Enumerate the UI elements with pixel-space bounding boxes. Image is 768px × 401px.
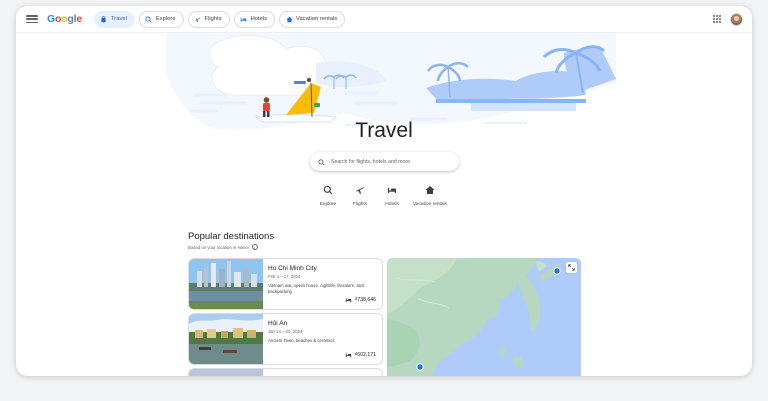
expand-icon	[568, 264, 575, 271]
tab-hotels[interactable]: Hotels	[233, 10, 276, 28]
tab-flights[interactable]: Flights	[187, 10, 230, 28]
tab-travel[interactable]: Travel	[93, 10, 135, 28]
top-app-bar: Google Travel Explore Flights Hotels Vac…	[16, 6, 752, 33]
destinations-map[interactable]	[387, 258, 581, 376]
destination-image	[189, 314, 263, 364]
tab-flights-label: Flights	[204, 16, 222, 22]
home-icon	[285, 15, 293, 23]
tab-explore[interactable]: Explore	[138, 10, 184, 28]
destination-info: Ho Chi Minh City Feb 4 – 17, 2024 Vietna…	[268, 265, 376, 295]
tab-hotels-label: Hotels	[250, 16, 268, 22]
explore-icon	[145, 15, 153, 23]
section-subtitle: Based on your location in Hanoi i	[188, 244, 258, 250]
destination-dates: Jan 14 – 20, 2024	[268, 329, 303, 334]
destination-dates: Feb 4 – 17, 2024	[268, 274, 301, 279]
quick-link-label: Vacation rentals	[412, 202, 448, 207]
quick-links: Explore Flights Hotels Vacation rentals	[16, 184, 752, 207]
tab-explore-label: Explore	[155, 16, 176, 22]
destination-price-value: ₫602,171	[354, 352, 376, 358]
quick-link-hotels[interactable]: Hotels	[379, 184, 405, 207]
section-subtitle-text: Based on your location in Hanoi	[188, 244, 249, 250]
destination-name: Ho Chi Minh City	[268, 265, 317, 272]
quick-link-vacation-rentals[interactable]: Vacation rentals	[407, 184, 453, 207]
home-icon	[424, 184, 436, 196]
travel-icon	[100, 15, 108, 23]
destination-price: ₫602,171	[345, 352, 376, 358]
page-title: Travel	[355, 119, 413, 142]
quick-link-flights[interactable]: Flights	[347, 184, 373, 207]
info-icon[interactable]: i	[251, 244, 258, 250]
search-box[interactable]: Search for flights, hotels and more	[310, 152, 459, 171]
destination-description: Vietnam war, opera house, nightlife, lit…	[268, 283, 364, 294]
expand-map-button[interactable]	[566, 262, 577, 273]
quick-link-label: Flights	[352, 202, 368, 207]
apps-grid-icon[interactable]	[713, 15, 721, 23]
avatar[interactable]	[730, 12, 743, 26]
browser-window: Google Travel Explore Flights Hotels Vac…	[16, 6, 752, 376]
search-input[interactable]: Search for flights, hotels and more	[331, 159, 410, 165]
destination-info: Hội An Jan 14 – 20, 2024 Ancient Town, b…	[268, 320, 376, 344]
destination-image	[189, 259, 263, 309]
destination-card[interactable]: Ho Chi Minh City Feb 4 – 17, 2024 Vietna…	[188, 258, 383, 310]
destination-card[interactable]	[188, 368, 383, 376]
hotel-icon	[240, 15, 248, 23]
hotel-icon	[386, 184, 398, 196]
tab-vacation-rentals[interactable]: Vacation rentals	[279, 10, 346, 28]
quick-link-label: Hotels	[385, 202, 399, 207]
quick-link-explore[interactable]: Explore	[315, 184, 341, 207]
destination-image	[189, 369, 263, 376]
flight-icon	[354, 184, 366, 196]
google-logo[interactable]: Google	[47, 13, 82, 25]
destination-price-value: ₫738,646	[354, 297, 376, 303]
menu-icon[interactable]	[25, 12, 39, 26]
quick-link-label: Explore	[319, 202, 337, 207]
search-icon	[318, 153, 325, 171]
destination-price: ₫738,646	[345, 297, 376, 303]
nav-chips: Travel Explore Flights Hotels Vacation r…	[93, 10, 346, 28]
hotel-icon	[345, 298, 351, 303]
hotel-icon	[345, 353, 351, 358]
tab-travel-label: Travel	[110, 16, 127, 22]
destination-description: Ancient Town, beaches & ceramics	[268, 338, 335, 343]
flight-icon	[194, 15, 202, 23]
section-title: Popular destinations	[188, 231, 275, 242]
destination-card[interactable]: Hội An Jan 14 – 20, 2024 Ancient Town, b…	[188, 313, 383, 365]
destination-name: Hội An	[268, 320, 288, 327]
explore-icon	[322, 184, 334, 196]
account-area	[713, 12, 743, 26]
logo-text: Google	[47, 13, 82, 25]
tab-vacation-rentals-label: Vacation rentals	[296, 16, 338, 22]
